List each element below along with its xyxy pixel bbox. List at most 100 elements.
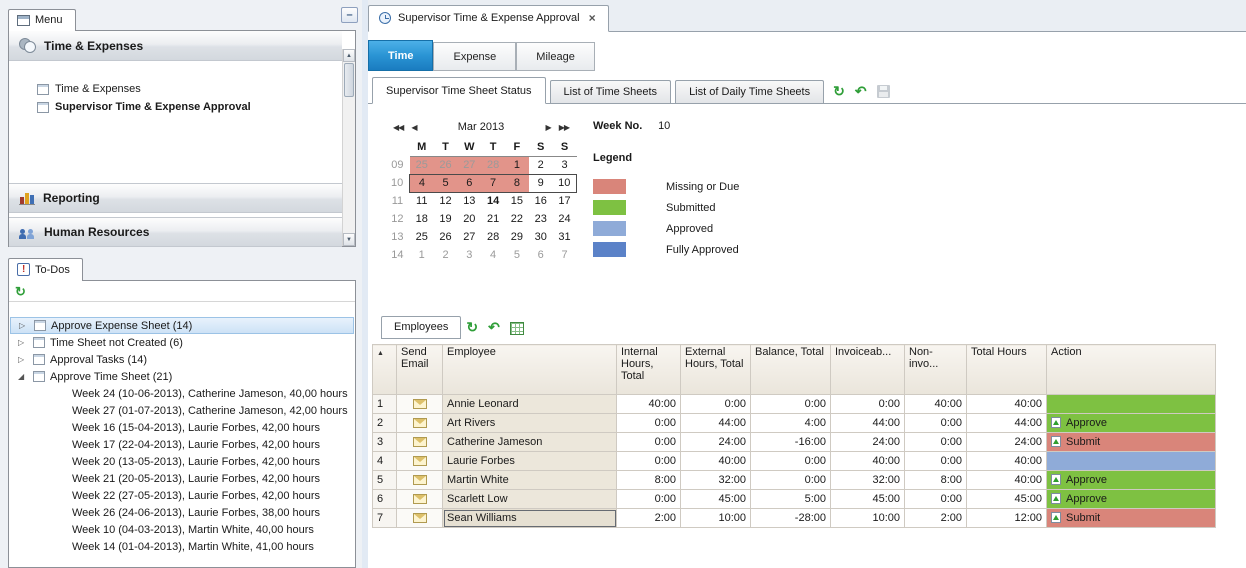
refresh-icon[interactable]: ↻ [466,320,478,334]
calendar-day[interactable]: 28 [481,156,505,174]
employee-name-cell[interactable]: Annie Leonard [443,395,617,414]
col-internal-hours[interactable]: Internal Hours, Total [617,345,681,395]
save-icon[interactable] [877,85,890,98]
todo-week-item[interactable]: Week 22 (27-05-2013), Laurie Forbes, 42,… [10,487,354,504]
calendar-day[interactable]: 13 [457,192,481,210]
col-total-hours[interactable]: Total Hours [967,345,1047,395]
group-header-human-resources[interactable]: Human Resources [9,217,342,247]
calendar-day[interactable]: 12 [434,192,458,210]
col-external-hours[interactable]: External Hours, Total [681,345,751,395]
first-month-icon[interactable]: ◀◀ [389,123,407,132]
calendar-day[interactable]: 10 [553,174,577,192]
calendar-day[interactable]: 2 [529,156,553,174]
calendar-day[interactable]: 29 [505,228,529,246]
employee-name-cell[interactable]: Catherine Jameson [443,433,617,452]
refresh-icon[interactable]: ↻ [15,285,26,298]
todo-item-approve-expense-sheet[interactable]: ▷ Approve Expense Sheet (14) [10,317,354,334]
undo-icon[interactable]: ↶ [488,320,500,334]
calendar-day[interactable]: 23 [529,210,553,228]
last-month-icon[interactable]: ▶▶ [555,123,573,132]
refresh-icon[interactable]: ↻ [833,84,845,98]
next-month-icon[interactable]: ▶ [542,123,555,132]
expander-icon[interactable]: ▷ [18,338,28,347]
send-email-cell[interactable] [397,490,443,509]
tab-menu[interactable]: Menu [8,9,76,31]
todo-week-item[interactable]: Week 26 (24-06-2013), Laurie Forbes, 38,… [10,504,354,521]
action-cell[interactable] [1047,452,1216,471]
send-email-cell[interactable] [397,452,443,471]
col-employee[interactable]: Employee [443,345,617,395]
calendar-day[interactable]: 17 [553,192,577,210]
todo-week-item[interactable]: Week 20 (13-05-2013), Laurie Forbes, 42,… [10,453,354,470]
calendar-day[interactable]: 3 [457,246,481,264]
calendar-day[interactable]: 28 [481,228,505,246]
calendar-day[interactable]: 11 [410,192,434,210]
calendar-day[interactable]: 6 [457,174,481,192]
action-cell-approve[interactable]: Approve [1047,490,1216,509]
action-cell-submit[interactable]: Submit [1047,509,1216,528]
grid-view-icon[interactable] [510,322,524,335]
calendar-day[interactable]: 25 [410,228,434,246]
close-tab-icon[interactable]: × [587,11,598,25]
calendar-day[interactable]: 30 [529,228,553,246]
calendar-day[interactable]: 31 [553,228,577,246]
calendar-day[interactable]: 3 [553,156,577,174]
menu-item-time-expenses[interactable]: Time & Expenses [9,80,342,98]
calendar-day[interactable]: 2 [434,246,458,264]
expander-icon[interactable]: ▷ [19,321,29,330]
send-email-cell[interactable] [397,509,443,528]
calendar-day[interactable]: 15 [505,192,529,210]
todo-week-item[interactable]: Week 17 (22-04-2013), Laurie Forbes, 42,… [10,436,354,453]
col-action[interactable]: Action [1047,345,1216,395]
calendar-day[interactable]: 21 [481,210,505,228]
tab-list-of-time-sheets[interactable]: List of Time Sheets [550,80,672,103]
calendar-day[interactable]: 16 [529,192,553,210]
employee-name-cell[interactable]: Laurie Forbes [443,452,617,471]
expander-icon[interactable]: ◢ [18,372,28,381]
document-tab-supervisor-approval[interactable]: Supervisor Time & Expense Approval × [368,5,609,32]
calendar-day[interactable]: 7 [553,246,577,264]
calendar-day[interactable]: 6 [529,246,553,264]
calendar-day[interactable]: 8 [505,174,529,192]
tab-supervisor-time-sheet-status[interactable]: Supervisor Time Sheet Status [372,77,546,104]
calendar-day[interactable]: 7 [481,174,505,192]
todo-week-item[interactable]: Week 16 (15-04-2013), Laurie Forbes, 42,… [10,419,354,436]
calendar-day[interactable]: 25 [410,156,434,174]
calendar-day[interactable]: 4 [410,174,434,192]
undo-icon[interactable]: ↶ [855,84,867,98]
group-header-reporting[interactable]: Reporting [9,183,342,213]
scroll-down-icon[interactable]: ▼ [343,233,355,246]
calendar-day[interactable]: 22 [505,210,529,228]
calendar-day[interactable]: 24 [553,210,577,228]
tab-list-of-daily-time-sheets[interactable]: List of Daily Time Sheets [675,80,824,103]
scrollbar-thumb[interactable] [344,63,354,97]
calendar-day[interactable]: 1 [410,246,434,264]
calendar-day[interactable]: 26 [434,156,458,174]
tab-employees[interactable]: Employees [381,316,461,339]
row-selector-header[interactable]: ▲ [373,345,397,395]
menu-item-supervisor-approval[interactable]: Supervisor Time & Expense Approval [9,98,342,116]
calendar-day[interactable]: 4 [481,246,505,264]
employee-name-cell[interactable]: Scarlett Low [443,490,617,509]
send-email-cell[interactable] [397,395,443,414]
calendar-day[interactable]: 9 [529,174,553,192]
tab-todos[interactable]: To-Dos [8,258,83,281]
col-send-email[interactable]: Send Email [397,345,443,395]
scroll-up-icon[interactable]: ▲ [343,49,355,62]
calendar-day[interactable]: 26 [434,228,458,246]
calendar-day[interactable]: 20 [457,210,481,228]
calendar-day[interactable]: 18 [410,210,434,228]
calendar-day[interactable]: 27 [457,228,481,246]
tab-time[interactable]: Time [368,40,433,71]
calendar-day[interactable]: 1 [505,156,529,174]
calendar-day[interactable]: 19 [434,210,458,228]
send-email-cell[interactable] [397,414,443,433]
action-cell[interactable] [1047,395,1216,414]
calendar-title[interactable]: Mar 2013 [420,121,541,133]
employee-name-cell-selected[interactable]: Sean Williams [443,509,617,528]
calendar-day[interactable]: 5 [434,174,458,192]
tab-expense[interactable]: Expense [433,42,516,71]
collapse-panel-button[interactable]: – [341,7,358,23]
menu-scrollbar[interactable]: ▲ ▼ [342,49,355,246]
action-cell-approve[interactable]: Approve [1047,414,1216,433]
